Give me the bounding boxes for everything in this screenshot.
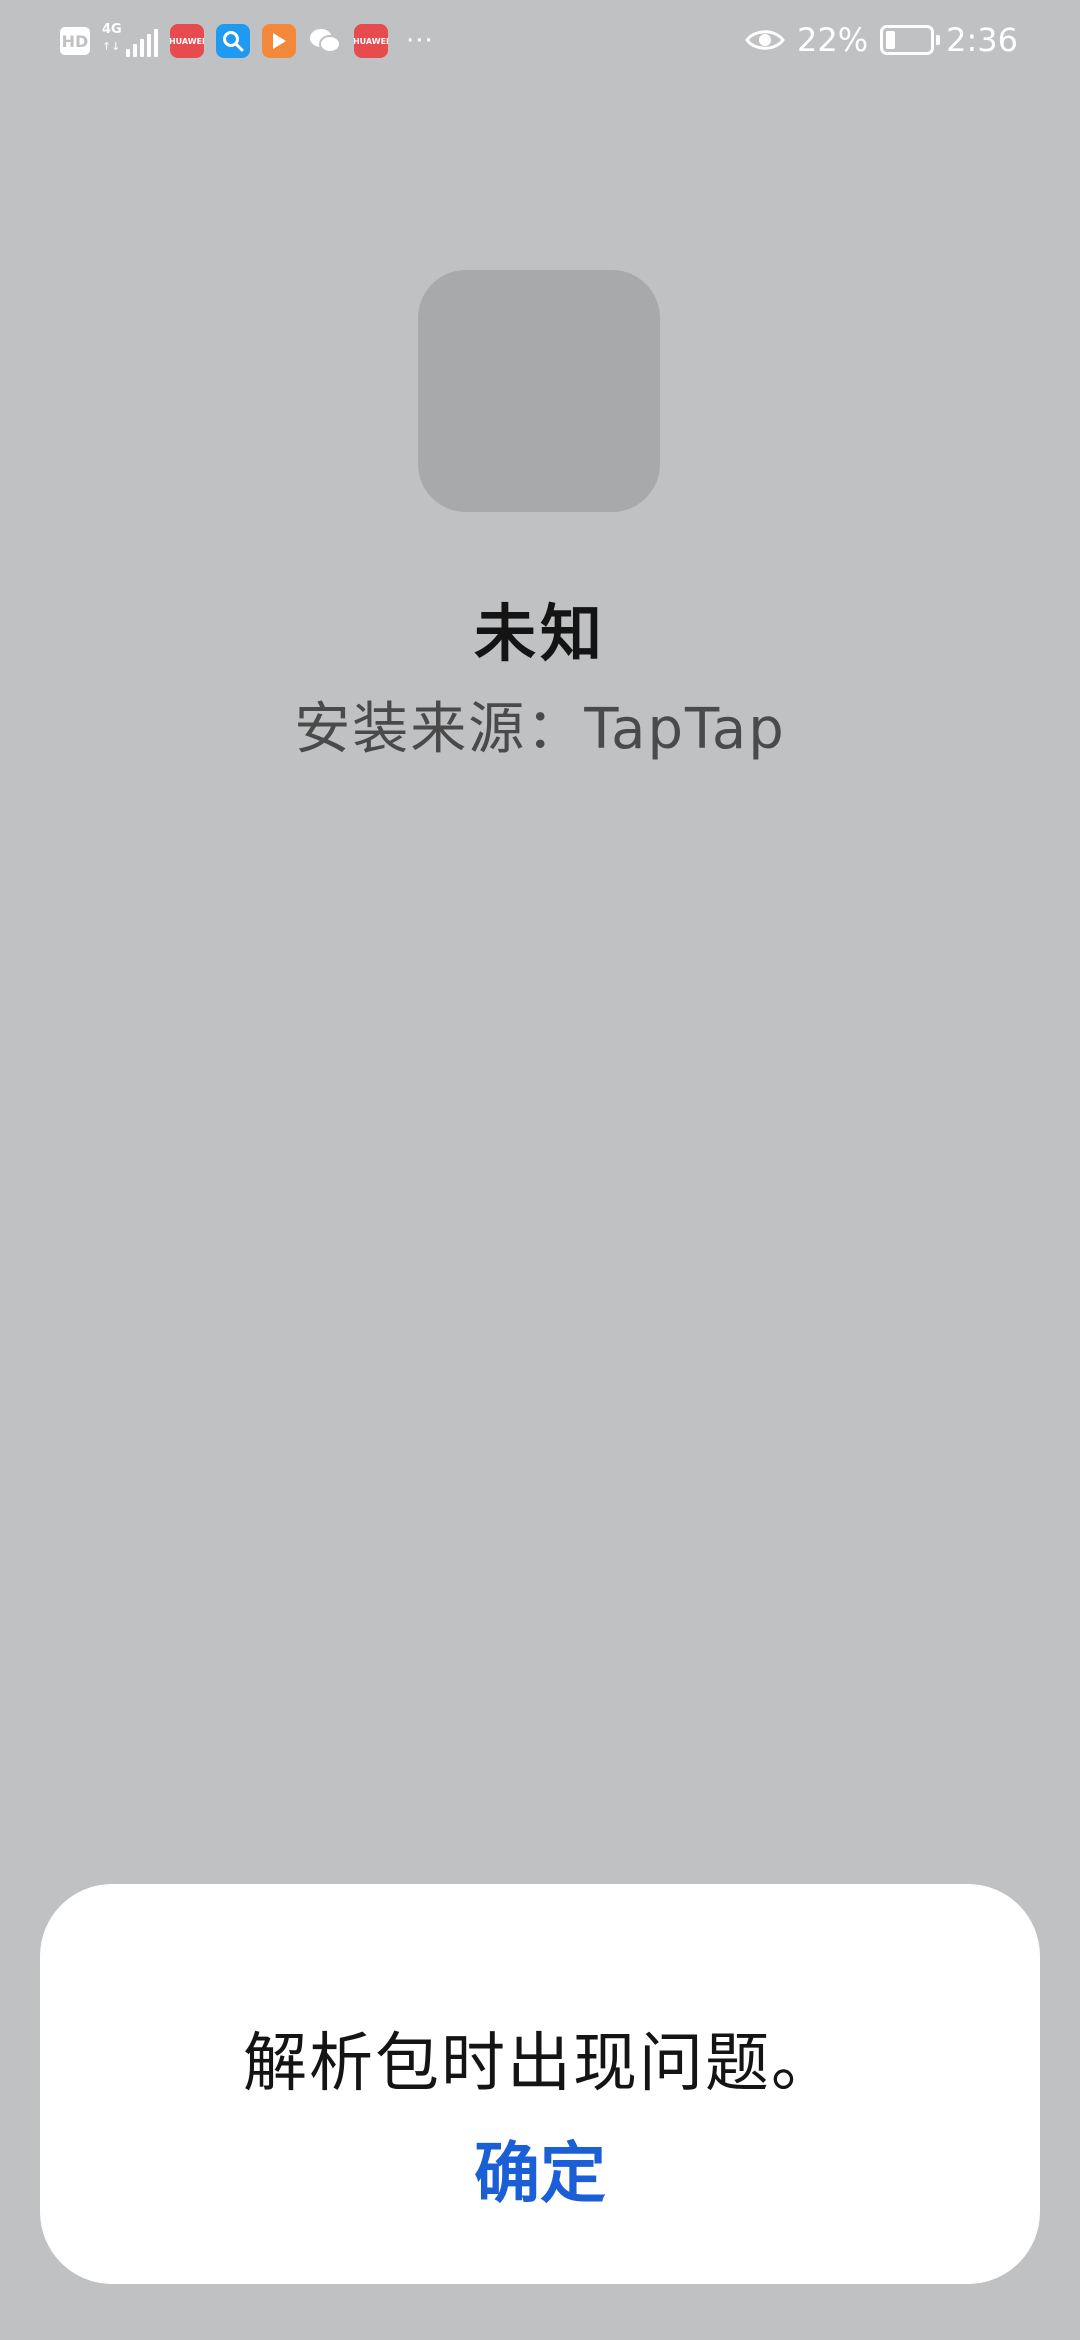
eye-comfort-icon — [745, 27, 785, 53]
package-installer-screen: HD 4G ↑↓ HUAWEI HUAWEI ··· 22% 2:36 未知 安… — [0, 0, 1080, 2340]
video-play-icon — [262, 24, 296, 58]
signal-bars-icon — [126, 29, 158, 57]
battery-icon — [880, 25, 941, 55]
battery-level-fill — [886, 31, 896, 49]
app-icon-placeholder — [418, 270, 660, 512]
search-icon — [216, 24, 250, 58]
status-bar-right: 22% 2:36 — [745, 18, 1018, 62]
battery-tip — [936, 35, 941, 45]
data-activity-icon: ↑↓ — [102, 40, 121, 53]
wechat-icon — [308, 24, 342, 58]
hd-voice-icon: HD — [60, 27, 90, 55]
parse-error-dialog: 解析包时出现问题。 确定 — [40, 1884, 1040, 2284]
battery-percent: 22% — [797, 21, 869, 59]
status-bar-left: HD 4G ↑↓ HUAWEI HUAWEI ··· — [60, 20, 434, 62]
clock: 2:36 — [946, 21, 1018, 59]
status-bar: HD 4G ↑↓ HUAWEI HUAWEI ··· 22% 2:36 — [0, 0, 1080, 80]
huawei-appgallery-icon: HUAWEI — [170, 24, 204, 58]
huawei-appgallery-icon: HUAWEI — [354, 24, 388, 58]
install-source-label: 安装来源：TapTap — [294, 697, 786, 762]
app-name: 未知 — [473, 597, 606, 670]
confirm-button[interactable]: 确定 — [440, 2118, 640, 2218]
more-notifications-icon: ··· — [406, 26, 434, 56]
dialog-message: 解析包时出现问题。 — [243, 2027, 837, 2101]
network-type-label: 4G — [102, 22, 122, 37]
cellular-signal: 4G ↑↓ — [102, 23, 158, 59]
